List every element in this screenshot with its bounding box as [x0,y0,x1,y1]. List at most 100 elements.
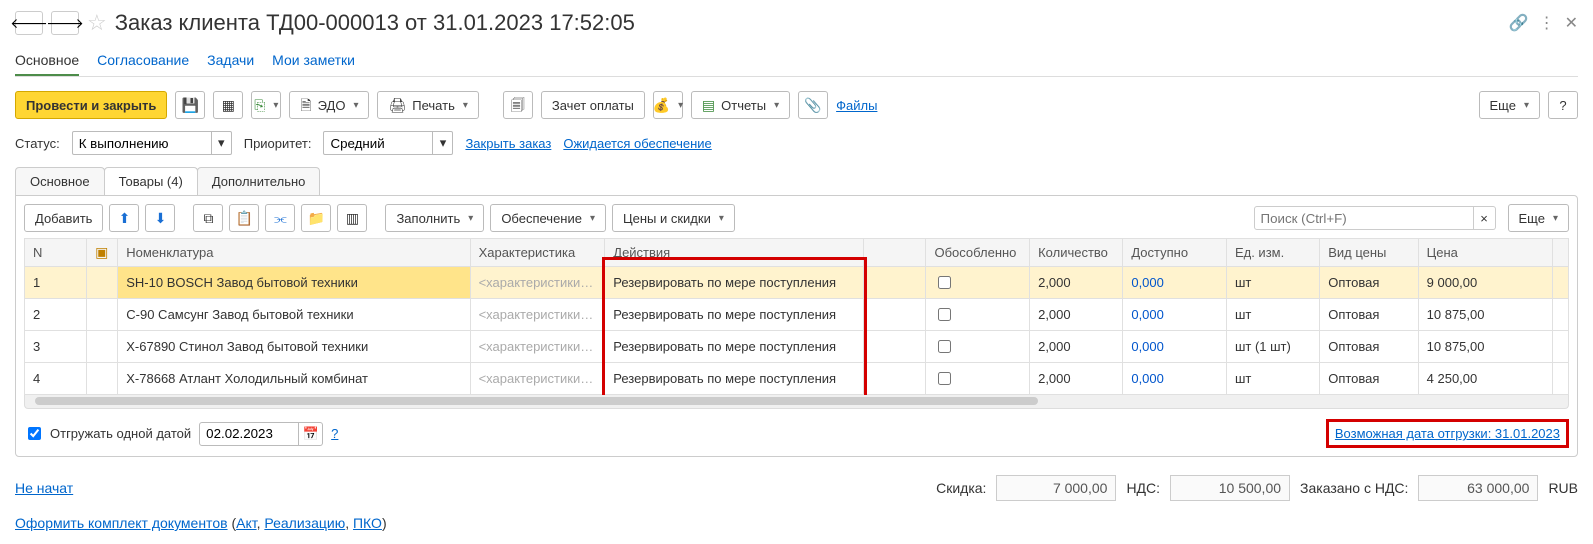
ship-date-input[interactable] [199,422,299,446]
cell-avail[interactable]: 0,000 [1123,331,1227,363]
expected-supply-link[interactable]: Ожидается обеспечение [563,136,711,151]
navtab-notes[interactable]: Мои заметки [272,46,355,76]
payment-offset-button[interactable]: Зачет оплаты [541,91,645,119]
obos-checkbox[interactable] [938,276,951,289]
document-button[interactable]: 🗐 [503,91,533,119]
folder-button[interactable]: 📁 [301,204,331,232]
table-row[interactable]: 1SH-10 BOSCH Завод бытовой техники<харак… [25,267,1569,299]
cell-price-type[interactable]: Оптовая [1320,267,1418,299]
cell-avail[interactable]: 0,000 [1123,299,1227,331]
attach-button[interactable]: 📎 [798,91,828,119]
print-button[interactable]: 🖨Печать▾ [377,91,478,119]
cell-nom[interactable]: Х-78668 Атлант Холодильный комбинат [118,363,470,395]
cell-action[interactable]: Резервировать по мере поступления [605,363,864,395]
cell-price[interactable]: 10 875,00 [1418,331,1553,363]
nav-forward-button[interactable]: 🡒 [51,11,79,35]
create-docs-link[interactable]: Оформить комплект документов [15,515,228,531]
cell-obos[interactable] [926,299,1030,331]
barcode-button[interactable]: ▥ [337,204,367,232]
cell-price-type[interactable]: Оптовая [1320,331,1418,363]
col-obos[interactable]: Обособленно [926,239,1030,267]
cell-unit[interactable]: шт [1226,363,1319,395]
cell-char[interactable]: <характеристики … [470,331,605,363]
copy-row-button[interactable]: ⧉ [193,204,223,232]
panel-more-button[interactable]: Еще▾ [1508,204,1569,232]
cell-unit[interactable]: шт (1 шт) [1226,331,1319,363]
cell-char[interactable]: <характеристики … [470,267,605,299]
priority-select[interactable] [323,131,433,155]
col-price[interactable]: Цена [1418,239,1553,267]
col-qty[interactable]: Количество [1030,239,1123,267]
cell-qty[interactable]: 2,000 [1030,363,1123,395]
cell-obos[interactable] [926,267,1030,299]
create-based-button[interactable]: ⎘▾ [251,91,281,119]
close-icon[interactable]: ✕ [1565,13,1578,33]
col-nom[interactable]: Номенклатура [118,239,470,267]
cell-obos[interactable] [926,363,1030,395]
obos-checkbox[interactable] [938,340,951,353]
navtab-tasks[interactable]: Задачи [207,46,254,76]
cell-avail[interactable]: 0,000 [1123,267,1227,299]
reports-button[interactable]: ▤Отчеты▾ [691,91,790,119]
fill-button[interactable]: Заполнить▾ [385,204,484,232]
horizontal-scrollbar[interactable] [24,395,1569,409]
obos-checkbox[interactable] [938,372,951,385]
col-n[interactable]: N [25,239,87,267]
cell-char[interactable]: <характеристики … [470,299,605,331]
cell-unit[interactable]: шт [1226,299,1319,331]
favorite-star-icon[interactable]: ☆ [87,10,107,36]
col-unit[interactable]: Ед. изм. [1226,239,1319,267]
status-dropdown-icon[interactable]: ▾ [212,131,232,155]
cell-price[interactable]: 4 250,00 [1418,363,1553,395]
act-link[interactable]: Акт [236,515,256,531]
table-row[interactable]: 2С-90 Самсунг Завод бытовой техники<хара… [25,299,1569,331]
add-row-button[interactable]: Добавить [24,204,103,232]
save-button[interactable]: 💾 [175,91,205,119]
cell-action[interactable]: Резервировать по мере поступления [605,267,864,299]
navtab-approval[interactable]: Согласование [97,46,189,76]
help-button[interactable]: ? [1548,91,1578,119]
search-clear-icon[interactable]: × [1474,206,1496,230]
col-avail[interactable]: Доступно [1123,239,1227,267]
doctab-main[interactable]: Основное [15,167,105,195]
cell-qty[interactable]: 2,000 [1030,267,1123,299]
paste-row-button[interactable]: 📋 [229,204,259,232]
ship-single-input[interactable] [28,427,41,440]
status-select[interactable] [72,131,212,155]
ship-single-checkbox[interactable]: Отгружать одной датой [24,424,191,443]
col-price-type[interactable]: Вид цены [1320,239,1418,267]
not-started-link[interactable]: Не начат [15,480,73,496]
doctab-extra[interactable]: Дополнительно [197,167,321,195]
possible-ship-date-link[interactable]: Возможная дата отгрузки: 31.01.2023 [1335,426,1560,441]
move-down-button[interactable]: ⬇ [145,204,175,232]
close-order-link[interactable]: Закрыть заказ [465,136,551,151]
cell-action[interactable]: Резервировать по мере поступления [605,331,864,363]
files-link[interactable]: Файлы [836,98,877,113]
cell-price[interactable]: 10 875,00 [1418,299,1553,331]
cell-obos[interactable] [926,331,1030,363]
col-flag[interactable]: ▣ [87,239,118,267]
money-button[interactable]: 💰▾ [653,91,683,119]
cell-nom[interactable]: С-90 Самсунг Завод бытовой техники [118,299,470,331]
table-row[interactable]: 4Х-78668 Атлант Холодильный комбинат<хар… [25,363,1569,395]
more-button[interactable]: Еще▾ [1479,91,1540,119]
pko-link[interactable]: ПКО [353,515,382,531]
supply-button[interactable]: Обеспечение▾ [490,204,606,232]
navtab-main[interactable]: Основное [15,46,79,76]
obos-checkbox[interactable] [938,308,951,321]
prices-button[interactable]: Цены и скидки▾ [612,204,735,232]
cell-nom[interactable]: Х-67890 Стинол Завод бытовой техники [118,331,470,363]
table-row[interactable]: 3Х-67890 Стинол Завод бытовой техники<ха… [25,331,1569,363]
move-up-button[interactable]: ⬆ [109,204,139,232]
share-button[interactable]: ⫘ [265,204,295,232]
kebab-menu-icon[interactable]: ⋮ [1539,13,1555,33]
nav-back-button[interactable]: 🡐 [15,11,43,35]
cell-price-type[interactable]: Оптовая [1320,299,1418,331]
post-and-close-button[interactable]: Провести и закрыть [15,91,167,119]
cell-avail[interactable]: 0,000 [1123,363,1227,395]
search-input[interactable] [1254,206,1474,230]
cell-nom[interactable]: SH-10 BOSCH Завод бытовой техники [118,267,470,299]
edo-button[interactable]: 🗎ЭДО▾ [289,91,369,119]
col-act[interactable]: Действия [605,239,864,267]
post-button[interactable]: ▦ [213,91,243,119]
